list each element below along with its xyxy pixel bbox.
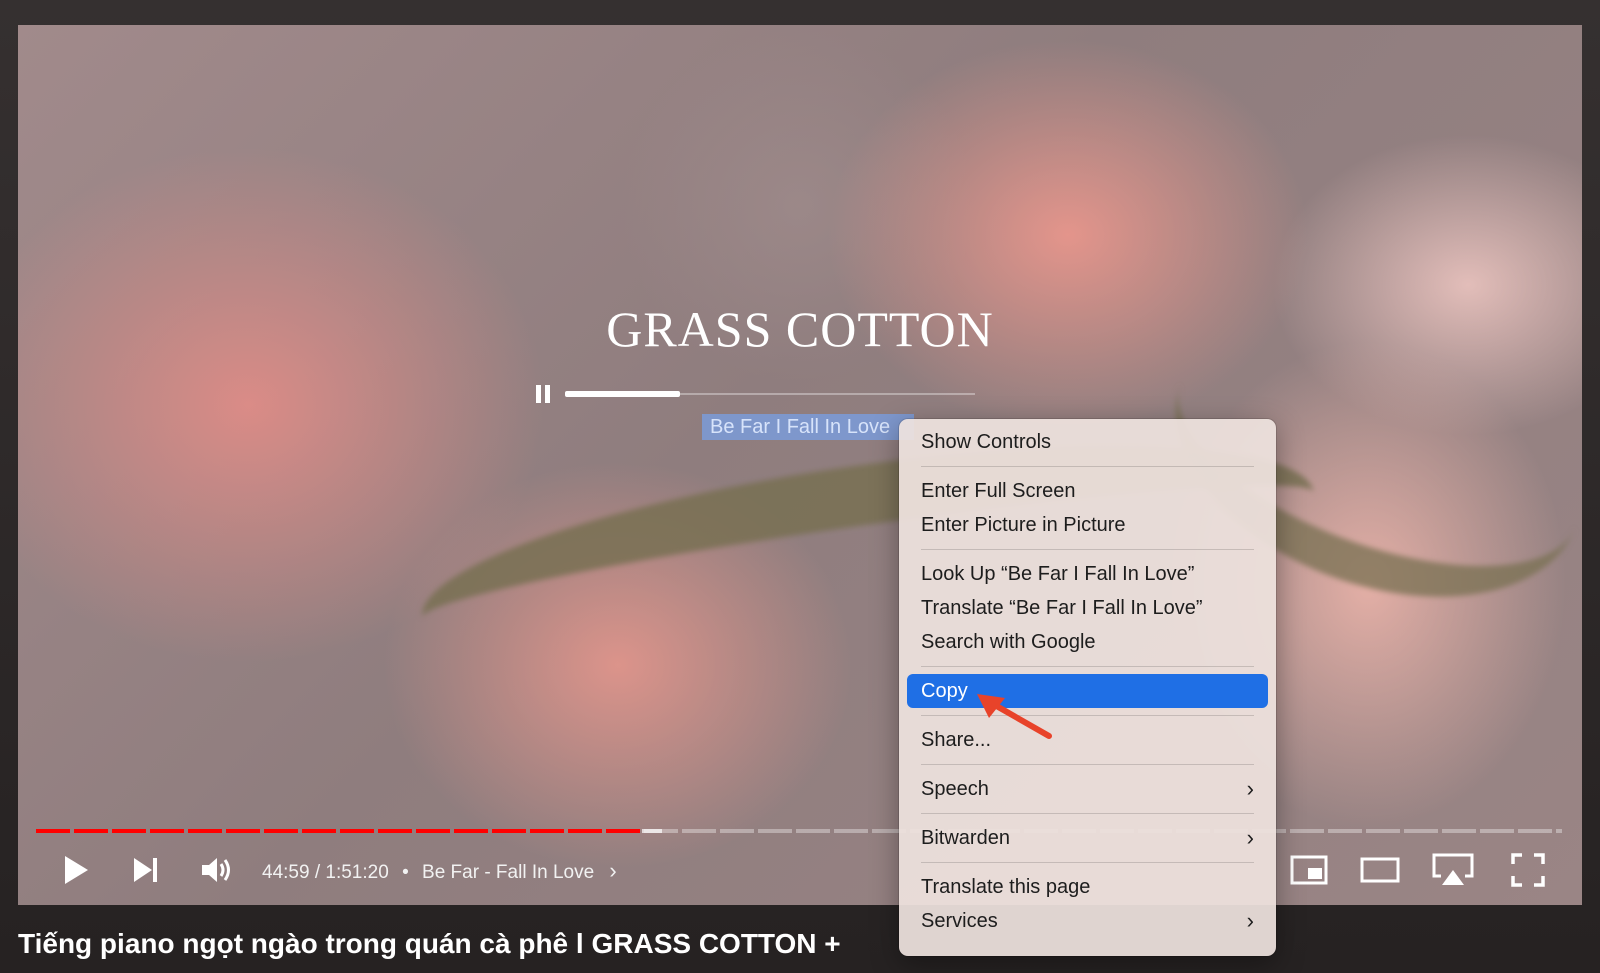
menu-item-translate-page[interactable]: Translate this page (907, 870, 1268, 904)
menu-separator (921, 715, 1254, 716)
theater-mode-icon (1360, 857, 1400, 883)
chapter-title[interactable]: Be Far - Fall In Love (422, 862, 594, 883)
menu-separator (921, 666, 1254, 667)
video-page-title: Tiếng piano ngọt ngào trong quán cà phê … (18, 928, 841, 959)
menu-separator (921, 813, 1254, 814)
play-button[interactable] (56, 850, 96, 890)
submenu-chevron-icon: › (1246, 776, 1254, 801)
overlay-song-label-selected[interactable]: Be Far I Fall In Love (702, 414, 914, 440)
next-icon (134, 858, 157, 882)
airplay-icon (1432, 853, 1474, 885)
overlay-pause-icon (536, 385, 550, 403)
menu-item-look-up[interactable]: Look Up “Be Far I Fall In Love” (907, 557, 1268, 591)
miniplayer-button[interactable] (1287, 850, 1331, 890)
menu-item-search-google[interactable]: Search with Google (907, 625, 1268, 659)
volume-button[interactable] (196, 850, 240, 890)
airplay-button[interactable] (1430, 850, 1476, 890)
fullscreen-button[interactable] (1506, 850, 1550, 890)
menu-item-bitwarden[interactable]: Bitwarden › (907, 821, 1268, 855)
menu-separator (921, 862, 1254, 863)
duration: 1:51:20 (325, 862, 389, 883)
time-display: 44:59 / 1:51:20 • Be Far - Fall In Love … (262, 858, 617, 883)
menu-item-label: Services (921, 910, 998, 932)
progress-bar[interactable] (36, 829, 1562, 833)
submenu-chevron-icon: › (1246, 825, 1254, 850)
menu-item-show-controls[interactable]: Show Controls (907, 425, 1268, 459)
submenu-chevron-icon: › (1246, 908, 1254, 933)
fullscreen-icon (1511, 853, 1545, 887)
overlay-progress-track (565, 391, 975, 397)
chapter-chevron-icon[interactable]: › (609, 858, 616, 883)
progress-played (36, 829, 642, 833)
overlay-progress-fill (565, 391, 680, 397)
menu-separator (921, 549, 1254, 550)
menu-separator (921, 764, 1254, 765)
menu-item-copy[interactable]: Copy (907, 674, 1268, 708)
annotation-arrow-icon (977, 694, 1052, 739)
menu-item-speech[interactable]: Speech › (907, 772, 1268, 806)
menu-item-enter-full-screen[interactable]: Enter Full Screen (907, 474, 1268, 508)
video-player[interactable] (18, 25, 1582, 905)
menu-separator (921, 466, 1254, 467)
play-icon (65, 856, 88, 884)
context-menu: Show Controls Enter Full Screen Enter Pi… (899, 419, 1276, 956)
volume-icon (202, 858, 230, 882)
menu-item-label: Speech (921, 778, 989, 800)
miniplayer-icon (1290, 855, 1328, 885)
menu-item-services[interactable]: Services › (907, 904, 1268, 938)
menu-item-label: Bitwarden (921, 827, 1010, 849)
video-overlay-title: GRASS COTTON (606, 301, 994, 357)
menu-item-share[interactable]: Share... (907, 723, 1268, 757)
theater-mode-button[interactable] (1358, 850, 1402, 890)
next-button[interactable] (126, 850, 166, 890)
separator-dot: • (402, 862, 409, 883)
menu-item-enter-pip[interactable]: Enter Picture in Picture (907, 508, 1268, 542)
menu-item-translate[interactable]: Translate “Be Far I Fall In Love” (907, 591, 1268, 625)
progress-buffer (641, 829, 662, 833)
current-time: 44:59 (262, 862, 310, 883)
